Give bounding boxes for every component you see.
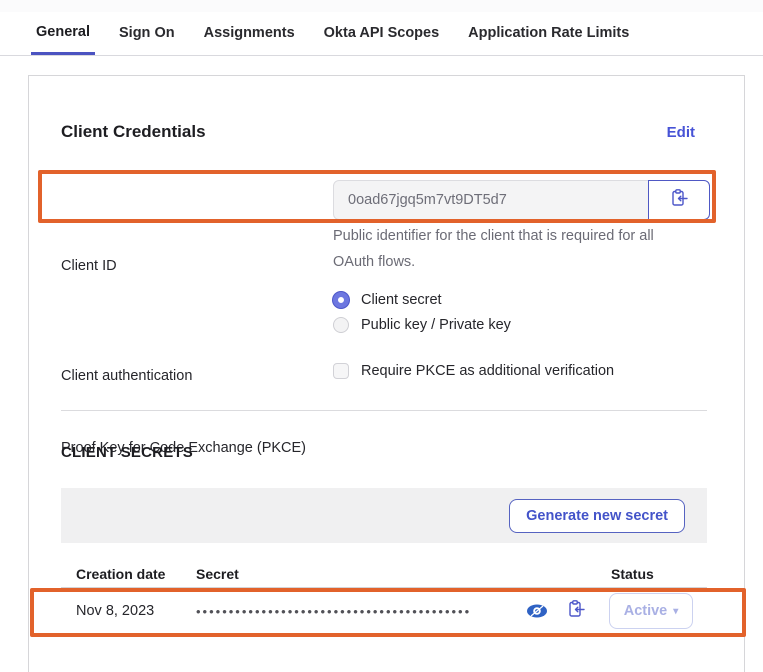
table-header-divider bbox=[61, 587, 707, 588]
okta-app-settings-screen: General Sign On Assignments Okta API Sco… bbox=[0, 0, 763, 672]
radio-label-client-secret: Client secret bbox=[361, 292, 442, 308]
column-header-secret: Secret bbox=[196, 566, 239, 582]
copy-client-id-button[interactable] bbox=[648, 180, 710, 220]
tab-bar: General Sign On Assignments Okta API Sco… bbox=[0, 12, 763, 56]
client-credentials-card: Client Credentials Edit Client ID 0oad67… bbox=[28, 75, 745, 672]
radio-row-public-private-key: Public key / Private key bbox=[333, 317, 511, 333]
secret-status-dropdown[interactable]: Active ▾ bbox=[609, 593, 693, 629]
edit-button[interactable]: Edit bbox=[667, 124, 707, 141]
section-title: Client Credentials bbox=[61, 122, 206, 142]
radio-row-client-secret: Client secret bbox=[333, 292, 511, 308]
pkce-checkbox[interactable] bbox=[333, 363, 349, 379]
pkce-checkbox-row: Require PKCE as additional verification bbox=[333, 363, 614, 379]
client-id-input[interactable]: 0oad67jgq5m7vt9DT5d7 bbox=[333, 180, 649, 220]
section-divider bbox=[61, 410, 707, 411]
generate-new-secret-button[interactable]: Generate new secret bbox=[509, 499, 685, 533]
client-secrets-toolbar: Generate new secret bbox=[61, 488, 707, 543]
client-id-field-group: 0oad67jgq5m7vt9DT5d7 bbox=[333, 180, 710, 220]
client-secrets-heading: CLIENT SECRETS bbox=[61, 444, 193, 461]
top-strip bbox=[0, 0, 763, 12]
tab-general[interactable]: General bbox=[31, 24, 95, 55]
card-header: Client Credentials Edit bbox=[61, 122, 707, 142]
tab-application-rate-limits[interactable]: Application Rate Limits bbox=[468, 25, 629, 55]
pkce-checkbox-label: Require PKCE as additional verification bbox=[361, 363, 614, 379]
client-authentication-label: Client authentication bbox=[61, 368, 192, 384]
secret-masked-value: ••••••••••••••••••••••••••••••••••••••••… bbox=[196, 604, 471, 619]
client-id-label: Client ID bbox=[61, 258, 117, 274]
column-header-creation-date: Creation date bbox=[76, 566, 165, 582]
column-header-status: Status bbox=[611, 566, 654, 582]
chevron-down-icon: ▾ bbox=[673, 606, 678, 617]
radio-public-private-key[interactable] bbox=[333, 317, 349, 333]
clipboard-copy-icon bbox=[566, 599, 586, 622]
radio-label-public-private-key: Public key / Private key bbox=[361, 317, 511, 333]
status-label: Active bbox=[624, 603, 668, 619]
reveal-secret-button[interactable] bbox=[526, 602, 548, 622]
copy-secret-button[interactable] bbox=[565, 600, 587, 620]
tab-sign-on[interactable]: Sign On bbox=[119, 25, 175, 55]
eye-icon bbox=[526, 603, 548, 622]
clipboard-copy-icon bbox=[669, 188, 689, 213]
client-id-help-text: Public identifier for the client that is… bbox=[333, 223, 685, 275]
secret-creation-date: Nov 8, 2023 bbox=[76, 603, 154, 619]
radio-client-secret[interactable] bbox=[333, 292, 349, 308]
tab-assignments[interactable]: Assignments bbox=[204, 25, 295, 55]
client-authentication-options: Client secret Public key / Private key bbox=[333, 292, 511, 342]
tab-okta-api-scopes[interactable]: Okta API Scopes bbox=[324, 25, 440, 55]
